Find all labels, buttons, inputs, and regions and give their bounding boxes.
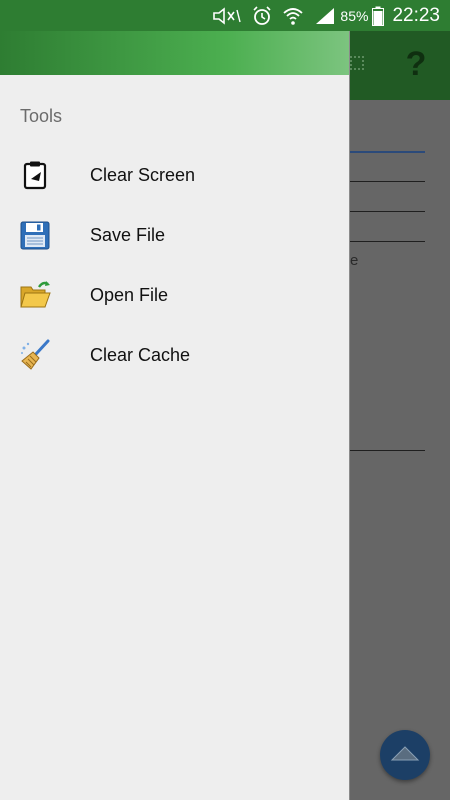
menu-item-save-file[interactable]: Save File — [0, 205, 349, 265]
mute-icon — [212, 6, 242, 26]
app-content: e — [350, 100, 450, 800]
menu-item-clear-cache[interactable]: Clear Cache — [0, 325, 349, 385]
battery-icon — [372, 6, 385, 26]
clipboard-icon — [18, 158, 52, 192]
status-bar: 85% 22:23 — [0, 0, 450, 31]
open-folder-icon — [18, 278, 52, 312]
scroll-up-button[interactable] — [380, 730, 430, 780]
menu-item-label: Clear Screen — [90, 165, 196, 185]
menu-item-label: Clear Cache — [90, 345, 191, 365]
menu-item-clear-screen[interactable]: Clear Screen — [0, 145, 349, 205]
help-icon[interactable]: ? — [402, 45, 430, 85]
section-title-tools: Tools — [20, 106, 63, 126]
divider — [350, 151, 425, 153]
grid-icon[interactable] — [350, 56, 364, 70]
drawer-header — [0, 31, 349, 75]
menu-item-open-file[interactable]: Open File — [0, 265, 349, 325]
menu-item-label: Save File — [90, 225, 166, 245]
alarm-icon — [252, 5, 272, 26]
floppy-disk-icon — [18, 218, 52, 252]
obscured-text-fragment: e — [350, 252, 359, 269]
signal-icon — [314, 6, 336, 26]
battery-percentage: 85% — [340, 7, 369, 24]
divider — [350, 211, 425, 212]
app-toolbar: ? — [350, 31, 450, 100]
navigation-drawer: Tools Clear Screen Save File Open File C… — [0, 31, 350, 800]
chevron-up-icon — [390, 744, 420, 767]
divider — [350, 241, 425, 242]
wifi-icon — [282, 6, 304, 26]
clock-time: 22:23 — [392, 4, 440, 26]
divider — [350, 181, 425, 182]
menu-item-label: Open File — [90, 285, 169, 305]
divider — [350, 450, 425, 451]
broom-icon — [18, 338, 52, 372]
